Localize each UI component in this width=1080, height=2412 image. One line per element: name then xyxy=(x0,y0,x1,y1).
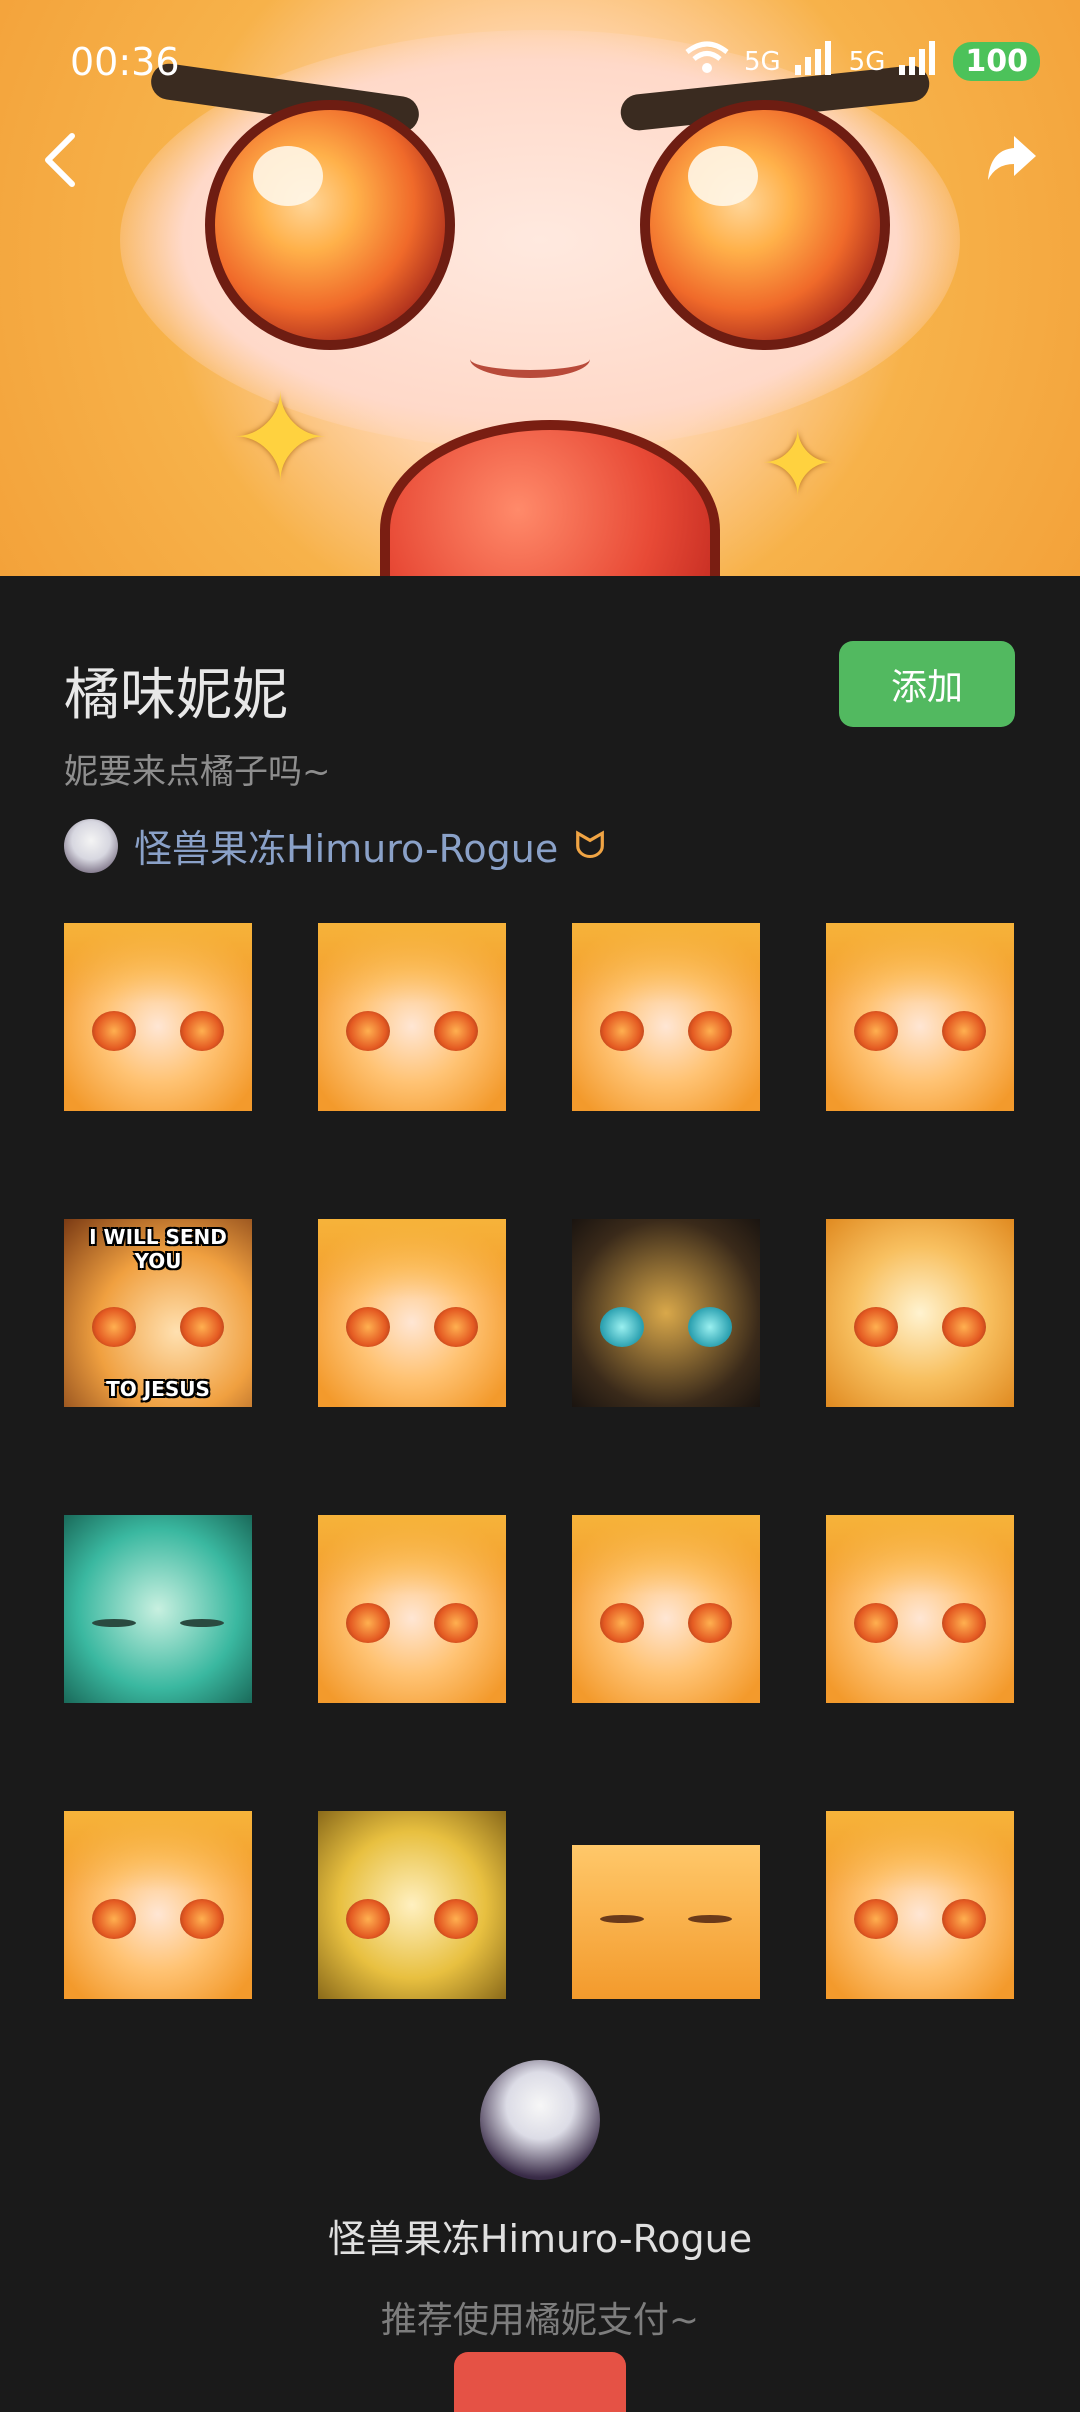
sticker-item[interactable]: I WILL SEND YOU TO JESUS xyxy=(64,1219,252,1407)
sticker-item[interactable] xyxy=(318,1515,506,1703)
sparkle-icon: ✦ xyxy=(760,412,836,517)
share-icon xyxy=(988,136,1036,180)
sticker-item[interactable] xyxy=(572,1219,760,1407)
sticker-item[interactable] xyxy=(318,1219,506,1407)
pack-subtitle: 妮要来点橘子吗~ xyxy=(64,752,331,792)
sticker-item[interactable] xyxy=(826,923,1014,1111)
share-button[interactable] xyxy=(984,130,1040,196)
sparkle-icon: ✦ xyxy=(230,370,331,509)
banner-eye-right xyxy=(640,100,890,350)
back-button[interactable] xyxy=(40,130,80,200)
network-label: 5G xyxy=(848,46,886,77)
signal-icon xyxy=(794,41,835,82)
author-badge-icon: ᗢ xyxy=(574,823,606,867)
sticker-item[interactable] xyxy=(572,1811,760,1999)
chevron-left-icon xyxy=(45,133,75,187)
sticker-item[interactable] xyxy=(318,923,506,1111)
sticker-item[interactable] xyxy=(826,1219,1014,1407)
sticker-caption-top: I WILL SEND YOU xyxy=(89,1225,227,1273)
sticker-item[interactable] xyxy=(64,923,252,1111)
author-avatar[interactable] xyxy=(480,2060,600,2180)
sticker-item[interactable] xyxy=(572,923,760,1111)
avatar xyxy=(64,818,118,873)
status-icons: 5G 5G 100 xyxy=(684,40,1040,83)
footer-author-name: 怪兽果冻Himuro-Rogue xyxy=(327,2217,753,2261)
banner-mouth xyxy=(470,340,590,378)
signal-icon xyxy=(899,41,939,82)
sticker-item[interactable] xyxy=(826,1811,1014,1999)
wifi-icon xyxy=(684,40,730,83)
pack-title: 橘味妮妮 xyxy=(64,663,288,728)
author-name: 怪兽果冻Himuro-Rogue xyxy=(134,827,559,871)
author-footer: 怪兽果冻Himuro-Rogue 推荐使用橘妮支付~ xyxy=(0,2060,1080,2343)
status-time: 00:36 xyxy=(70,40,180,84)
banner-heart xyxy=(380,420,720,576)
support-button[interactable] xyxy=(454,2352,626,2412)
author-link[interactable]: 怪兽果冻Himuro-Rogue ᗢ xyxy=(64,818,606,873)
sticker-item[interactable] xyxy=(572,1515,760,1703)
sticker-item[interactable] xyxy=(826,1515,1014,1703)
sticker-grid: I WILL SEND YOU TO JESUS xyxy=(64,923,1016,1999)
network-label: 5G xyxy=(743,46,781,77)
banner-eye-left xyxy=(205,100,455,350)
sticker-item[interactable] xyxy=(318,1811,506,1999)
footer-message: 推荐使用橘妮支付~ xyxy=(380,2300,700,2341)
add-button[interactable]: 添加 xyxy=(839,641,1015,727)
battery-indicator: 100 xyxy=(953,42,1040,81)
sticker-caption-bottom: TO JESUS xyxy=(106,1377,210,1401)
sticker-item[interactable] xyxy=(64,1515,252,1703)
sticker-item[interactable] xyxy=(64,1811,252,1999)
status-bar: 00:36 5G 5G 100 xyxy=(0,0,1080,120)
